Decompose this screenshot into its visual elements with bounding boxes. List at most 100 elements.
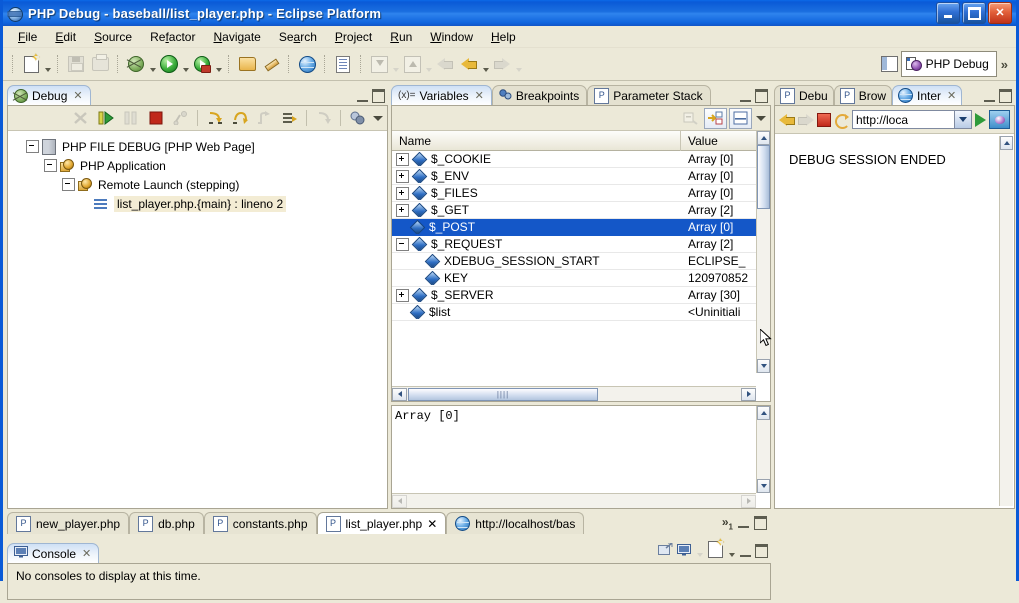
menu-search[interactable]: Search	[270, 28, 326, 46]
tab-debug[interactable]: Debug ✕	[7, 85, 91, 105]
tab-close-icon[interactable]: ✕	[947, 89, 956, 102]
export-dropdown-icon[interactable]	[424, 50, 433, 78]
table-row[interactable]: $_FILES Array [0]	[392, 185, 756, 202]
expander-minus-icon[interactable]	[396, 237, 409, 251]
display-console-dropdown-icon[interactable]	[695, 545, 704, 557]
go-icon[interactable]	[975, 112, 986, 127]
toolbar-overflow-icon[interactable]: »	[997, 57, 1012, 72]
variables-view-minimize-icon[interactable]	[740, 91, 751, 102]
scroll-right-icon[interactable]	[741, 387, 756, 401]
debug-view-maximize-icon[interactable]	[372, 89, 385, 103]
scroll-up-icon[interactable]	[757, 131, 770, 145]
scroll-left-icon[interactable]	[392, 387, 407, 401]
back-dropdown-icon[interactable]	[481, 50, 490, 78]
menu-navigate[interactable]: Navigate	[204, 28, 269, 46]
url-combo[interactable]: http://loca	[852, 110, 972, 129]
table-row[interactable]: $_REQUEST Array [2]	[392, 236, 756, 253]
menu-project[interactable]: Project	[326, 28, 381, 46]
drop-to-frame-icon[interactable]	[278, 108, 301, 129]
expander-plus-icon[interactable]	[396, 186, 409, 200]
scrollbar-thumb[interactable]	[757, 145, 770, 209]
run-icon[interactable]	[157, 52, 181, 76]
import-dropdown-icon[interactable]	[391, 50, 400, 78]
suspend-icon[interactable]	[119, 108, 142, 129]
variables-vertical-scrollbar[interactable]	[756, 131, 770, 373]
debug-tree[interactable]: PHP FILE DEBUG [PHP Web Page] PHP Applic…	[8, 131, 387, 508]
run-tool-dropdown-icon[interactable]	[214, 50, 223, 78]
menu-file[interactable]: File	[9, 28, 46, 46]
expander-plus-icon[interactable]	[396, 152, 409, 166]
expander-plus-icon[interactable]	[396, 288, 409, 302]
table-row[interactable]: $_SERVER Array [30]	[392, 287, 756, 304]
display-selected-console-icon[interactable]	[677, 543, 691, 559]
expander-minus-icon[interactable]	[26, 140, 39, 153]
run-last-tool-icon[interactable]	[190, 52, 214, 76]
console-minimize-icon[interactable]	[740, 546, 751, 557]
variables-table-rows[interactable]: $_COOKIE Array [0] $_ENV Array [0] $_FIL…	[392, 151, 756, 373]
disconnect-icon[interactable]	[69, 108, 92, 129]
expander-minus-icon[interactable]	[44, 159, 57, 172]
use-step-filters-icon[interactable]	[312, 108, 335, 129]
new-console-dropdown-icon[interactable]	[727, 545, 736, 557]
table-row[interactable]: XDEBUG_SESSION_START ECLIPSE_	[392, 253, 756, 270]
step-return-icon[interactable]	[253, 108, 276, 129]
new-php-file-icon[interactable]	[331, 52, 355, 76]
menu-refactor[interactable]: Refactor	[141, 28, 204, 46]
terminate-icon[interactable]	[144, 108, 167, 129]
debug-view-menu-icon[interactable]	[371, 111, 384, 125]
forward-dropdown-icon[interactable]	[514, 50, 523, 78]
editor-maximize-icon[interactable]	[754, 515, 767, 530]
expander-minus-icon[interactable]	[62, 178, 75, 191]
print-icon[interactable]	[88, 52, 112, 76]
tab-console-close-icon[interactable]: ✕	[82, 547, 91, 560]
editor-tab-localhost[interactable]: http://localhost/bas	[446, 512, 585, 534]
tab-variables[interactable]: (x)= Variables ✕	[391, 85, 492, 105]
back-icon[interactable]	[779, 113, 795, 126]
perspective-php-debug[interactable]: PHP Debug	[900, 51, 997, 77]
debug-icon[interactable]	[124, 52, 148, 76]
minimize-button[interactable]	[936, 2, 960, 24]
menu-run[interactable]: Run	[381, 28, 421, 46]
open-web-browser-icon[interactable]	[295, 52, 319, 76]
debug-view-preferences-icon[interactable]	[346, 108, 369, 129]
table-row[interactable]: $_ENV Array [0]	[392, 168, 756, 185]
table-row-selected[interactable]: $_POST Array [0]	[392, 219, 756, 236]
chevron-down-icon[interactable]	[954, 111, 971, 128]
editor-tab-close-icon[interactable]: ✕	[427, 517, 437, 531]
browser-view-minimize-icon[interactable]	[984, 91, 995, 102]
tree-row-application[interactable]: PHP Application	[8, 156, 387, 175]
editor-tab-list-player[interactable]: P list_player.php ✕	[316, 512, 447, 534]
editor-tab-db[interactable]: P db.php	[129, 512, 204, 534]
maximize-button[interactable]	[962, 2, 986, 24]
column-header-name[interactable]: Name	[392, 130, 681, 151]
variables-horizontal-scrollbar[interactable]: ||||	[392, 386, 756, 401]
disconnect2-icon[interactable]	[169, 108, 192, 129]
editor-tabs-overflow-icon[interactable]: »1	[722, 515, 733, 531]
pencil-icon[interactable]	[259, 52, 283, 76]
tab-browser-output[interactable]: P Brow	[833, 85, 893, 105]
scroll-down-icon[interactable]	[757, 359, 770, 373]
export-icon[interactable]	[400, 52, 424, 76]
open-type-icon[interactable]	[235, 52, 259, 76]
variables-view-maximize-icon[interactable]	[755, 89, 768, 103]
debug-view-minimize-icon[interactable]	[357, 91, 368, 102]
tab-variables-close-icon[interactable]: ✕	[475, 89, 484, 102]
show-type-names-icon[interactable]	[704, 107, 727, 129]
menu-help[interactable]: Help	[482, 28, 525, 46]
url-input[interactable]: http://loca	[853, 113, 954, 127]
tab-parameter-stack[interactable]: P Parameter Stack	[587, 85, 711, 105]
debug-dropdown-icon[interactable]	[148, 50, 157, 78]
new-console-view-icon[interactable]: ✦	[708, 538, 725, 561]
step-over-icon[interactable]	[228, 108, 251, 129]
tab-breakpoints[interactable]: Breakpoints	[491, 85, 588, 105]
table-row[interactable]: $_COOKIE Array [0]	[392, 151, 756, 168]
detail-vertical-scrollbar[interactable]	[756, 406, 770, 493]
back-history-icon[interactable]	[433, 52, 457, 76]
scroll-left-icon[interactable]	[392, 494, 407, 508]
tree-row-thread[interactable]: list_player.php.{main} : lineno 2	[8, 194, 387, 213]
detail-horizontal-scrollbar[interactable]	[392, 493, 756, 508]
scroll-up-icon[interactable]	[1000, 136, 1013, 150]
expander-plus-icon[interactable]	[396, 169, 409, 183]
resume-icon[interactable]	[94, 108, 117, 129]
close-button[interactable]: ✕	[988, 2, 1012, 24]
